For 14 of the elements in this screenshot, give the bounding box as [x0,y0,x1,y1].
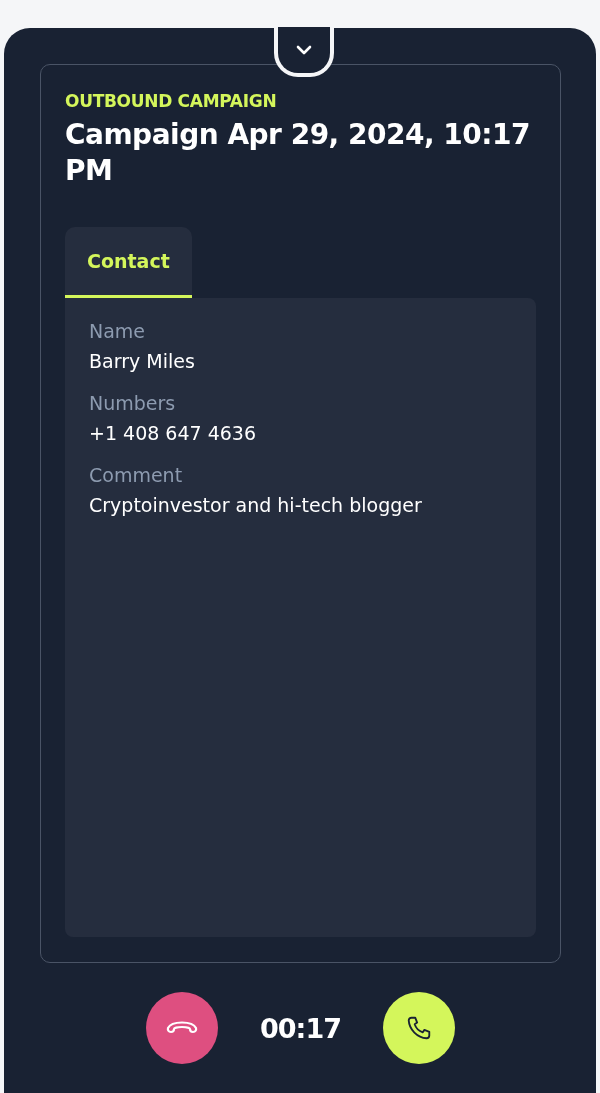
field-label: Comment [89,464,184,486]
field-value: Barry Miles [89,350,196,372]
campaign-type: OUTBOUND CAMPAIGN [65,91,278,111]
collapse-button[interactable] [274,27,334,77]
field-label: Numbers [89,392,177,414]
chevron-down-icon [295,44,313,56]
field-value: Cryptoinvestor and hi-tech blogger [89,494,423,516]
tab[interactable]: Contact [65,227,192,298]
field-value: +1 408 647 4636 [89,422,257,444]
phone-icon [405,1015,432,1042]
call-timer: 00:17 [260,1012,341,1044]
campaign-title: Campaign Apr 29, 2024, 10:17 PM [65,117,531,189]
field-label: Name [89,320,147,342]
hang-up-icon [166,1021,198,1036]
